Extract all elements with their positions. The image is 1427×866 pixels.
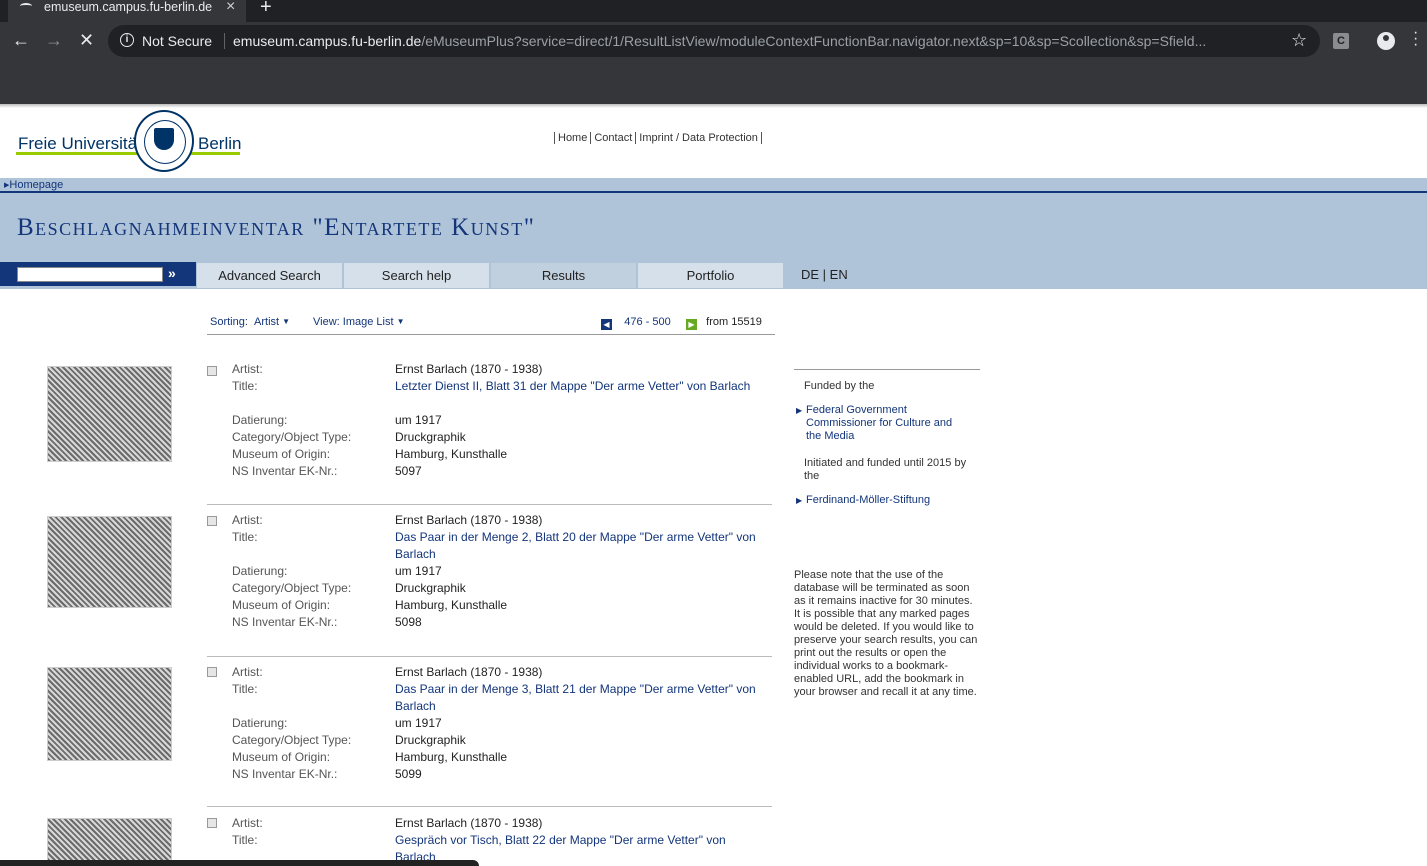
record-museum: Hamburg, Kunsthalle xyxy=(395,447,508,461)
link-arrow-icon: ▶ xyxy=(796,406,803,415)
results-controls: Sorting: Artist ▼ View: Image List ▼ ◀ 4… xyxy=(207,314,775,335)
artwork-thumbnail[interactable] xyxy=(47,818,172,866)
language-switch[interactable]: DE | EN xyxy=(801,267,848,282)
url-text[interactable]: emuseum.campus.fu-berlin.de/eMuseumPlus?… xyxy=(233,33,1283,49)
record-category: Druckgraphik xyxy=(395,430,466,444)
logo-text-right: Berlin xyxy=(198,134,242,153)
artwork-thumbnail[interactable] xyxy=(47,516,172,608)
breadcrumb-divider xyxy=(0,191,1427,193)
new-tab-button[interactable]: + xyxy=(260,0,272,19)
record-artist: Ernst Barlach (1870 - 1938) xyxy=(395,816,543,830)
status-bar xyxy=(0,860,479,866)
logo-text-left: Freie Universität xyxy=(18,134,142,153)
record-checkbox[interactable] xyxy=(207,516,217,526)
record-inventory: 5099 xyxy=(395,767,422,781)
view-control[interactable]: View: Image List ▼ xyxy=(313,316,405,328)
top-links: Home Contact Imprint / Data Protection xyxy=(554,132,762,144)
browser-toolbar: ← → ✕ i Not Secure emuseum.campus.fu-ber… xyxy=(0,22,1427,60)
home-link[interactable]: Home xyxy=(554,132,591,144)
fu-berlin-logo[interactable]: Freie Universität Berlin xyxy=(16,110,242,174)
omnibox-divider xyxy=(224,33,225,49)
search-input[interactable] xyxy=(17,267,163,282)
record-museum: Hamburg, Kunsthalle xyxy=(395,750,508,764)
record-checkbox[interactable] xyxy=(207,818,217,828)
record-inventory: 5097 xyxy=(395,464,422,478)
tab-portfolio[interactable]: Portfolio xyxy=(638,263,784,288)
pagination: ◀ 476 - 500 ▶ from 15519 xyxy=(601,316,762,330)
artwork-thumbnail[interactable] xyxy=(47,667,172,761)
view-dropdown-icon: ▼ xyxy=(396,317,405,326)
record-labels: Artist: Title: xyxy=(232,816,263,847)
bookmark-star-icon[interactable]: ☆ xyxy=(1291,30,1307,51)
breadcrumb[interactable]: ▶Homepage xyxy=(4,179,63,191)
previous-page-icon[interactable]: ◀ xyxy=(601,319,612,330)
record-divider xyxy=(207,504,772,505)
contact-link[interactable]: Contact xyxy=(590,132,636,144)
quick-search: » xyxy=(0,262,196,286)
record-checkbox[interactable] xyxy=(207,667,217,677)
imprint-link[interactable]: Imprint / Data Protection xyxy=(635,132,762,144)
record-checkbox[interactable] xyxy=(207,366,217,376)
search-go-button[interactable]: » xyxy=(168,265,176,281)
record-artist: Ernst Barlach (1870 - 1938) xyxy=(395,513,543,527)
page-range: 476 - 500 xyxy=(624,316,671,328)
record-labels: Artist: Title: Datierung: Category/Object … xyxy=(232,362,352,478)
tab-title: emuseum.campus.fu-berlin.de xyxy=(44,0,213,14)
security-label[interactable]: Not Secure xyxy=(142,33,212,49)
bookmarks-bar xyxy=(0,60,1427,104)
sorting-control[interactable]: Sorting: Artist ▼ xyxy=(210,316,290,328)
record-divider xyxy=(207,656,772,657)
funded-by-text: Funded by the xyxy=(804,380,875,392)
initiator-link[interactable]: ▶ Ferdinand-Möller-Stiftung xyxy=(796,494,966,507)
tab-results[interactable]: Results xyxy=(491,263,637,288)
record-title-link[interactable]: Das Paar in der Menge 3, Blatt 21 der Ma… xyxy=(395,681,761,715)
record-labels: Artist: Title: Datierung: Category/Object … xyxy=(232,513,352,629)
session-note: Please note that the use of the database… xyxy=(794,569,978,698)
record-category: Druckgraphik xyxy=(395,733,466,747)
sidebar-divider xyxy=(794,369,980,370)
tab-search-help[interactable]: Search help xyxy=(344,263,490,288)
browser-tabstrip: emuseum.campus.fu-berlin.de × + xyxy=(0,0,1427,22)
toolbar-shadow xyxy=(0,104,1427,108)
record-date: um 1917 xyxy=(395,564,442,578)
record-date: um 1917 xyxy=(395,716,442,730)
page-title: Beschlagnahmeinventar "Entartete Kunst" xyxy=(17,214,536,241)
back-arrow-icon[interactable]: ← xyxy=(12,30,30,50)
record-divider xyxy=(207,806,772,807)
university-seal-icon xyxy=(134,110,194,172)
close-tab-icon[interactable]: × xyxy=(226,0,235,16)
sort-dropdown-icon: ▼ xyxy=(282,317,291,326)
info-icon[interactable]: i xyxy=(120,33,134,47)
menu-kebab-icon[interactable]: · · · xyxy=(1413,25,1419,53)
next-page-icon[interactable]: ▶ xyxy=(686,319,697,330)
record-category: Druckgraphik xyxy=(395,581,466,595)
profile-avatar-icon[interactable] xyxy=(1377,32,1395,50)
artwork-thumbnail[interactable] xyxy=(47,366,172,462)
link-arrow-icon: ▶ xyxy=(796,496,803,505)
address-bar[interactable]: i Not Secure emuseum.campus.fu-berlin.de… xyxy=(108,25,1320,57)
total-count: from 15519 xyxy=(706,316,762,328)
initiated-text: Initiated and funded until 2015 by the xyxy=(804,457,967,482)
extension-icon[interactable]: C xyxy=(1333,33,1349,49)
stop-loading-icon[interactable]: ✕ xyxy=(79,30,94,50)
record-artist: Ernst Barlach (1870 - 1938) xyxy=(395,665,543,679)
record-museum: Hamburg, Kunsthalle xyxy=(395,598,508,612)
loading-spinner-icon xyxy=(20,3,32,9)
funder-link[interactable]: ▶ Federal Government Commissioner for Cul… xyxy=(796,404,966,443)
record-artist: Ernst Barlach (1870 - 1938) xyxy=(395,362,543,376)
record-date: um 1917 xyxy=(395,413,442,427)
browser-tab[interactable]: emuseum.campus.fu-berlin.de × xyxy=(8,0,246,22)
forward-arrow-icon[interactable]: → xyxy=(45,30,63,50)
tab-advanced-search[interactable]: Advanced Search xyxy=(197,263,343,288)
record-labels: Artist: Title: Datierung: Category/Object … xyxy=(232,665,352,781)
record-inventory: 5098 xyxy=(395,615,422,629)
record-title-link[interactable]: Das Paar in der Menge 2, Blatt 20 der Ma… xyxy=(395,529,761,563)
record-title-link[interactable]: Letzter Dienst II, Blatt 31 der Mappe "D… xyxy=(395,378,761,395)
